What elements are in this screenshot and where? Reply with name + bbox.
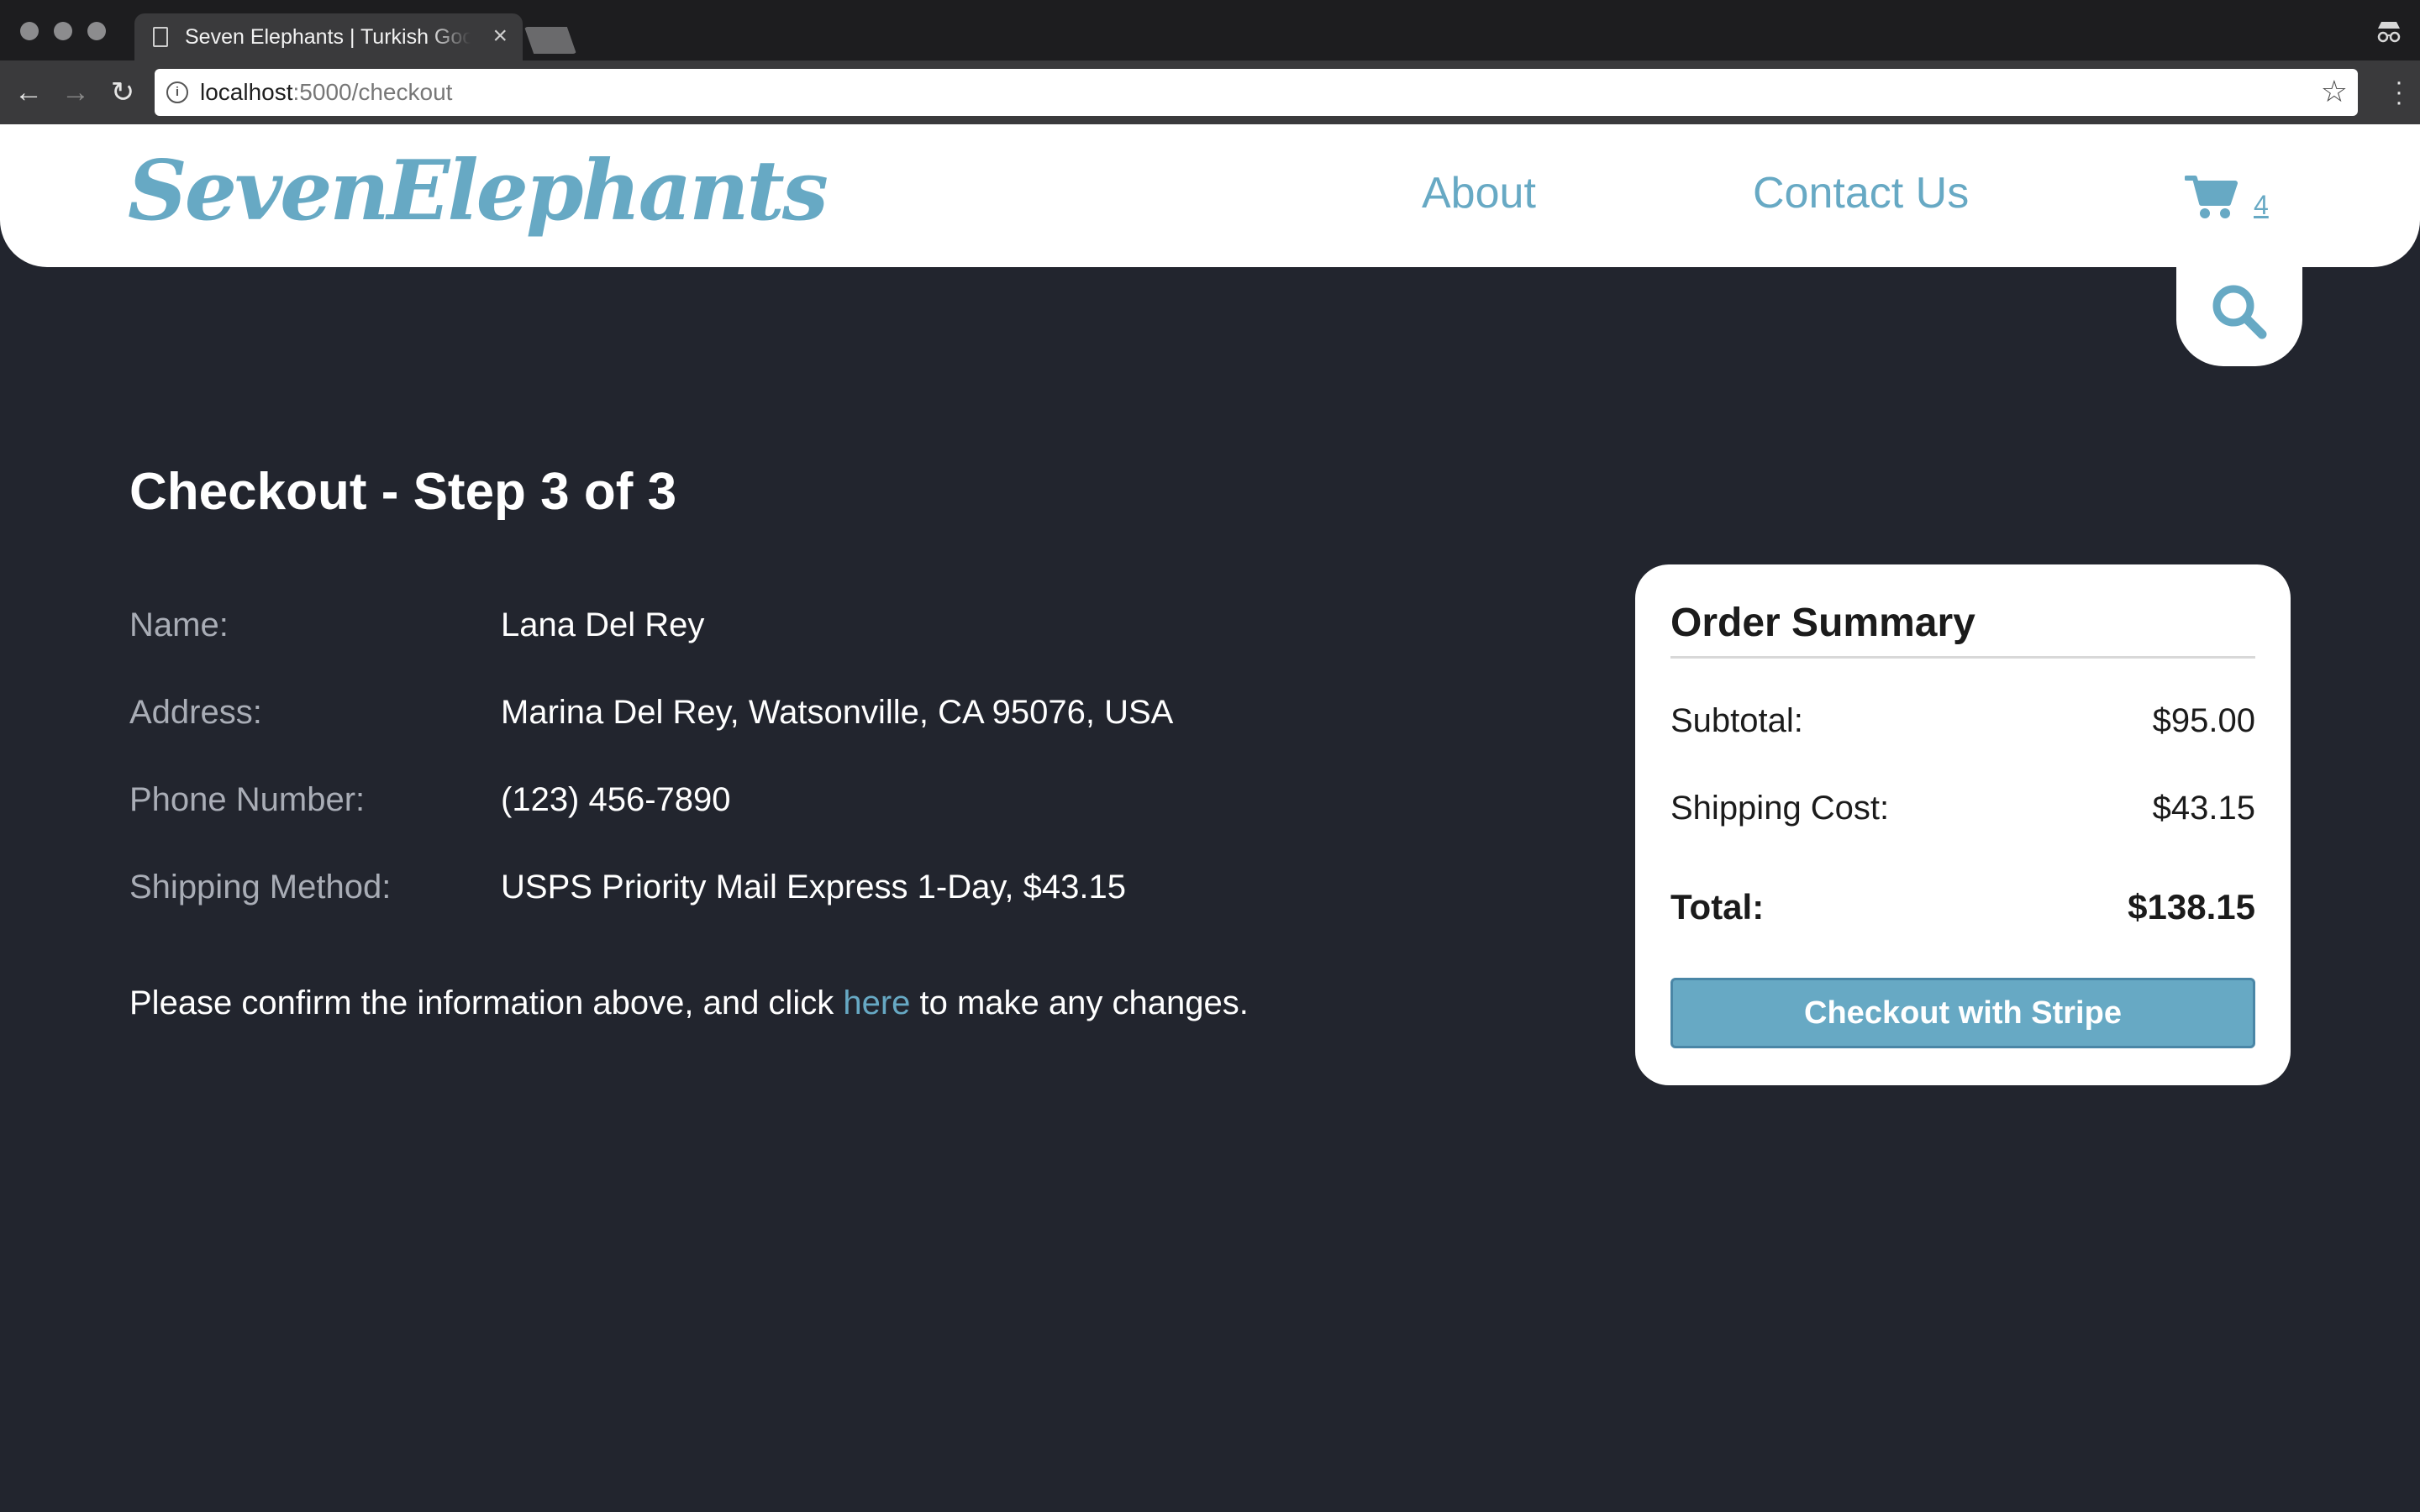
confirm-text-after: to make any changes. <box>910 984 1249 1021</box>
subtotal-value: $95.00 <box>2152 702 2255 739</box>
window-close-dot[interactable] <box>20 22 39 40</box>
incognito-icon <box>2377 22 2401 43</box>
browser-tab-bar: Seven Elephants | Turkish Goods × <box>0 0 2420 62</box>
shopping-cart-icon[interactable] <box>2185 173 2238 220</box>
page-icon <box>153 27 168 47</box>
confirm-text-before: Please confirm the information above, an… <box>129 984 844 1021</box>
url-host: localhost <box>200 79 293 105</box>
edit-info-link[interactable]: here <box>843 984 910 1021</box>
detail-value: (123) 456-7890 <box>501 781 731 818</box>
browser-toolbar: ← → ↻ i localhost:5000/checkout ☆ · · · <box>0 60 2420 124</box>
order-summary-card: Order Summary Subtotal: $95.00 Shipping … <box>1635 564 2291 1085</box>
window-minimize-dot[interactable] <box>54 22 72 40</box>
nav-link-about[interactable]: About <box>1422 168 1536 218</box>
cart-count[interactable]: 4 <box>2254 190 2269 221</box>
site-header: SevenElephants About Contact Us 4 <box>0 124 2420 267</box>
reload-icon[interactable]: ↻ <box>106 76 139 109</box>
back-arrow-icon[interactable]: ← <box>12 76 45 109</box>
subtotal-label: Subtotal: <box>1670 702 1803 739</box>
order-summary-title: Order Summary <box>1670 600 2255 659</box>
total-value: $138.15 <box>2128 887 2255 927</box>
detail-label: Phone Number: <box>129 781 366 818</box>
browser-tab[interactable]: Seven Elephants | Turkish Goods × <box>134 13 523 62</box>
search-toggle[interactable] <box>2176 252 2302 366</box>
forward-arrow-icon[interactable]: → <box>59 76 92 109</box>
detail-label: Shipping Method: <box>129 869 392 906</box>
window-zoom-dot[interactable] <box>87 22 106 40</box>
checkout-with-stripe-button[interactable]: Checkout with Stripe <box>1670 978 2255 1048</box>
browser-menu-icon[interactable]: · · · <box>2395 70 2403 115</box>
new-tab-button[interactable] <box>524 27 576 54</box>
site-logo[interactable]: SevenElephants <box>128 143 829 239</box>
detail-label: Name: <box>129 606 229 643</box>
detail-label: Address: <box>129 694 262 731</box>
detail-value: USPS Priority Mail Express 1-Day, $43.15 <box>501 869 1126 906</box>
url-text[interactable]: localhost:5000/checkout <box>200 79 452 106</box>
page-title: Checkout - Step 3 of 3 <box>129 463 677 521</box>
bookmark-star-icon[interactable]: ☆ <box>2321 74 2348 109</box>
total-label: Total: <box>1670 887 1765 927</box>
confirm-message: Please confirm the information above, an… <box>129 984 1249 1022</box>
address-bar[interactable]: i localhost:5000/checkout ☆ <box>155 69 2358 116</box>
nav-link-contact[interactable]: Contact Us <box>1753 168 1969 218</box>
search-icon[interactable] <box>2210 282 2269 341</box>
url-path: :5000/checkout <box>292 79 453 105</box>
info-icon[interactable]: i <box>166 81 188 103</box>
tab-close-icon[interactable]: × <box>492 22 508 50</box>
shipping-cost-label: Shipping Cost: <box>1670 790 1890 827</box>
detail-value: Lana Del Rey <box>501 606 705 643</box>
shipping-cost-value: $43.15 <box>2152 790 2255 827</box>
detail-value: Marina Del Rey, Watsonville, CA 95076, U… <box>501 694 1174 731</box>
tab-title: Seven Elephants | Turkish Goods <box>185 25 471 49</box>
